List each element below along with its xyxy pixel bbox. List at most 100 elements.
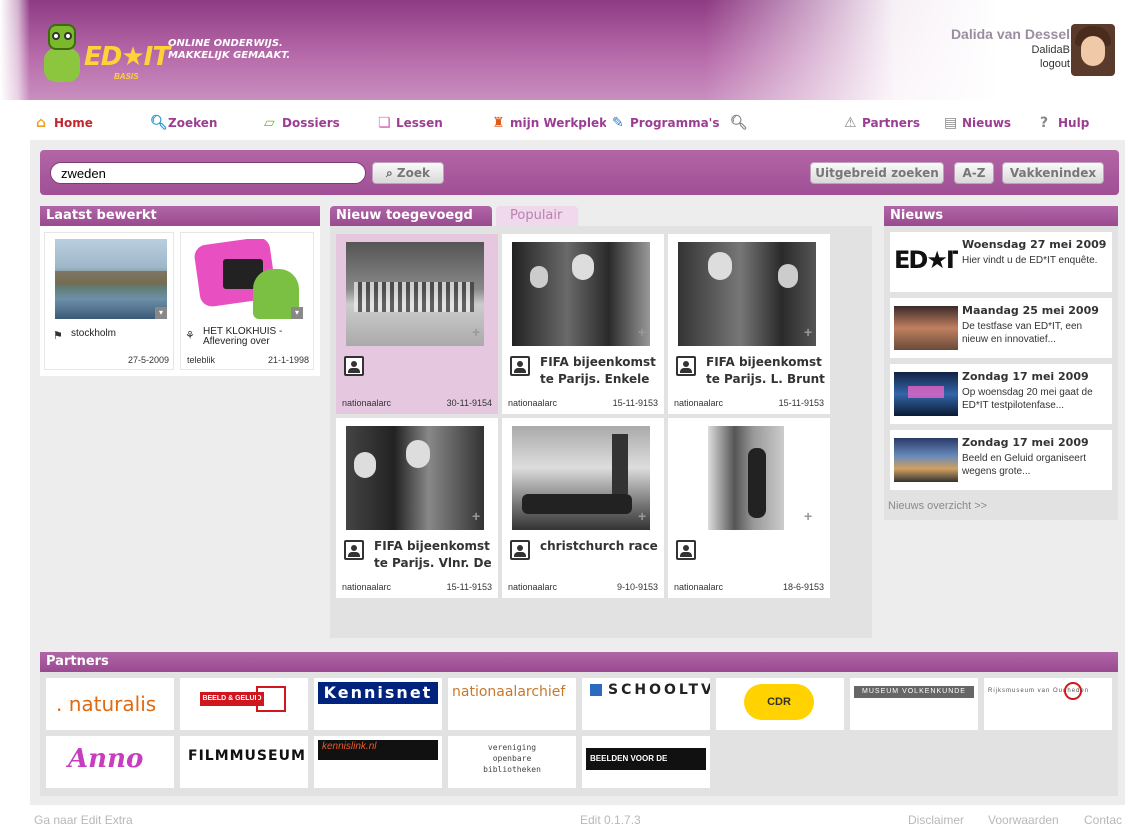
media-source: nationaalarc (508, 398, 558, 408)
add-icon[interactable]: + (638, 508, 646, 524)
media-date: 15-11-9153 (446, 582, 492, 592)
add-icon[interactable]: + (804, 508, 812, 524)
recent-source: teleblik (187, 355, 216, 365)
subject-index-button[interactable]: Vakkenindex (1002, 162, 1104, 184)
partner-kennislink[interactable]: kennislink.nl (314, 736, 442, 788)
news-item[interactable]: Zondag 17 mei 2009 Beeld en Geluid organ… (890, 430, 1112, 490)
media-card[interactable]: + FIFA bijeenkomst te Parijs. Enkele nat… (502, 234, 664, 414)
klokhuis-thumbnail: ▾ (193, 239, 303, 319)
partner-kennisnet[interactable]: Kennisnet (314, 678, 442, 730)
media-source: nationaalarc (508, 582, 558, 592)
contact-link[interactable]: Contac (1084, 813, 1122, 827)
recent-title: stockholm (71, 328, 117, 339)
stockholm-thumbnail: ▾ (55, 239, 167, 319)
tab-populair[interactable]: Populair (496, 206, 578, 226)
lessons-icon: ❏ (378, 115, 391, 131)
az-button[interactable]: A-Z (954, 162, 994, 184)
tab-search-extra[interactable]: 🔍︎ (724, 106, 832, 140)
tab-dossiers[interactable]: ▱ Dossiers (258, 106, 366, 140)
partner-beelden-voor-de-toekomst[interactable]: BEELDEN VOOR DE TOEKOMST (582, 736, 710, 788)
disclaimer-link[interactable]: Disclaimer (908, 813, 964, 827)
tab-nieuw-toegevoegd[interactable]: Nieuw toegevoegd (330, 206, 492, 226)
partner-rijksmuseum-oudheden[interactable]: Rijksmuseum van Oudheden (984, 678, 1112, 730)
partner-filmmuseum[interactable]: FILMMUSEUM (180, 736, 308, 788)
recent-date: 21-1-1998 (267, 355, 309, 365)
magnifier-icon: ⌕ (386, 166, 393, 180)
media-card[interactable]: + nationaalarc 18-6-9153 (668, 418, 830, 598)
tab-label: Programma's (630, 116, 720, 130)
news-item[interactable]: ED★IT Woensdag 27 mei 2009 Hier vindt u … (890, 232, 1112, 292)
main-content: ⌕ Zoek Uitgebreid zoeken A-Z Vakkenindex… (30, 140, 1125, 805)
search-input[interactable] (50, 162, 366, 184)
add-icon[interactable]: + (472, 324, 480, 340)
partner-cdr[interactable]: CDR (716, 678, 844, 730)
news-date: Zondag 17 mei 2009 (962, 370, 1089, 383)
tab-zoeken[interactable]: 🔍︎ Zoeken (144, 106, 252, 140)
page-left-fade (0, 0, 30, 828)
tagline: ONLINE ONDERWIJS. MAKKELIJK GEMAAKT. (168, 38, 290, 62)
tab-lessen[interactable]: ❏ Lessen (372, 106, 480, 140)
media-caption: FIFA bijeenkomst te Parijs. L. Brunt (706, 355, 825, 386)
tab-hulp[interactable]: ? Hulp (1034, 106, 1122, 140)
media-card[interactable]: + christchurch race nationaalarc 9-10-91… (502, 418, 664, 598)
media-caption: FIFA bijeenkomst te Parijs. Enkele (540, 355, 656, 386)
news-heading: Nieuws (884, 206, 1118, 226)
tagline-line-1: ONLINE ONDERWIJS. (168, 38, 283, 49)
news-item[interactable]: Zondag 17 mei 2009 Op woensdag 20 mei ga… (890, 364, 1112, 424)
media-thumbnail (346, 242, 484, 346)
tab-programmas[interactable]: ✎ Programma's (606, 106, 720, 140)
media-date: 30-11-9154 (446, 398, 492, 408)
tab-nieuws[interactable]: ▤ Nieuws (938, 106, 1028, 140)
add-icon[interactable]: + (472, 508, 480, 524)
partners-heading: Partners (40, 652, 1118, 672)
avatar[interactable] (1071, 24, 1115, 76)
magnifier-icon: 🔍︎ (730, 115, 748, 131)
tab-home[interactable]: ⌂ Home (30, 106, 136, 140)
media-card[interactable]: + FIFA bijeenkomst te Parijs. Vlnr. De n… (336, 418, 498, 598)
news-text: Op woensdag 20 mei gaat de ED*IT testpil… (962, 387, 1093, 411)
recent-heading: Laatst bewerkt (40, 206, 320, 226)
chevron-down-icon[interactable]: ▾ (291, 307, 303, 319)
recent-item[interactable]: ▾ ⚑ stockholm 27-5-2009 (44, 232, 174, 370)
news-text: Hier vindt u de ED*IT enquête. (962, 255, 1098, 266)
tab-partners[interactable]: ⚠︎ Partners (838, 106, 932, 140)
media-card[interactable]: + nationaalarc 30-11-9154 (336, 234, 498, 414)
tab-label: mijn Werkplek (510, 116, 608, 130)
tab-mijn-werkplek[interactable]: ♜ mijn Werkplek (486, 106, 607, 140)
partner-anno[interactable]: Anno (46, 736, 174, 788)
media-source: nationaalarc (674, 398, 724, 408)
add-icon[interactable]: + (804, 324, 812, 340)
media-source: nationaalarc (674, 582, 724, 592)
partner-schooltv[interactable]: SCHOOLTV (582, 678, 710, 730)
tab-label: Hulp (1058, 116, 1090, 130)
news-date: Maandag 25 mei 2009 (962, 304, 1099, 317)
terms-link[interactable]: Voorwaarden (988, 813, 1059, 827)
tagline-line-2: MAKKELIJK GEMAAKT. (168, 50, 291, 61)
news-item[interactable]: Maandag 25 mei 2009 De testfase van ED*I… (890, 298, 1112, 358)
logout-link[interactable]: logout (951, 58, 1070, 70)
partner-openbare-bibliotheken[interactable]: vereniging openbare bibliotheken (448, 736, 576, 788)
tab-label: Nieuws (962, 116, 1012, 130)
tab-label: Partners (862, 116, 920, 130)
flag-icon: ⚑ (53, 330, 63, 342)
news-overview-link[interactable]: Nieuws overzicht >> (888, 500, 987, 512)
advanced-search-button[interactable]: Uitgebreid zoeken (810, 162, 944, 184)
partner-beeld-en-geluid[interactable]: BEELD & GELUID (180, 678, 308, 730)
search-bar: ⌕ Zoek Uitgebreid zoeken A-Z Vakkenindex (40, 150, 1119, 195)
photo-type-icon (510, 540, 530, 560)
media-date: 18-6-9153 (782, 582, 824, 592)
photo-type-icon (510, 356, 530, 376)
edit-extra-link[interactable]: Ga naar Edit Extra (34, 813, 133, 827)
chevron-down-icon[interactable]: ▾ (155, 307, 167, 319)
search-button[interactable]: ⌕ Zoek (372, 162, 444, 184)
recent-item[interactable]: ▾ ⚘ HET KLOKHUIS - Aflevering over teleb… (180, 232, 314, 370)
partner-nationaal-archief[interactable]: nationaalarchief (448, 678, 576, 730)
media-caption: FIFA bijeenkomst te Parijs. Vlnr. De (374, 539, 492, 570)
media-source: nationaalarc (342, 398, 392, 408)
partner-naturalis[interactable]: . naturalis (46, 678, 174, 730)
media-card[interactable]: + FIFA bijeenkomst te Parijs. L. Brunt n… (668, 234, 830, 414)
news-text: De testfase van ED*IT, een nieuw en inno… (962, 321, 1083, 345)
partner-museum-volkenkunde[interactable]: MUSEUM VOLKENKUNDE (850, 678, 978, 730)
edit-logo[interactable]: ED★IT BASIS (40, 20, 170, 90)
add-icon[interactable]: + (638, 324, 646, 340)
